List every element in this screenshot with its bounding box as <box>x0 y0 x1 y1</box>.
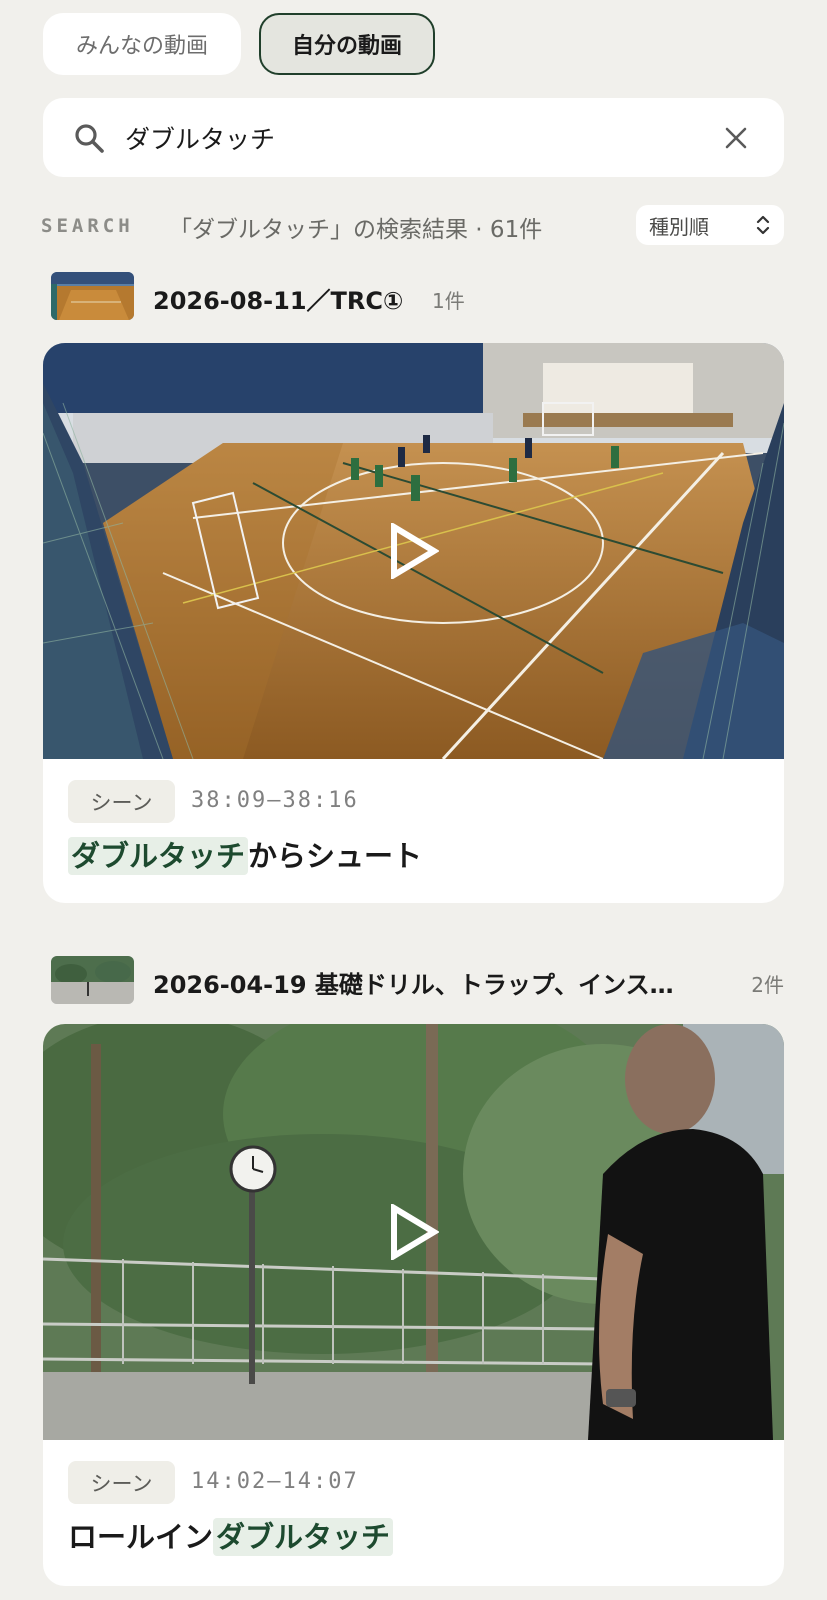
play-icon[interactable] <box>389 1204 439 1260</box>
sort-select[interactable]: 種別順 <box>636 205 784 245</box>
scene-time-range: 14:02–14:07 <box>191 1469 359 1494</box>
close-icon[interactable] <box>722 124 750 152</box>
group-header[interactable]: 2026-04-19 基礎ドリル、トラップ、インス… 2件 <box>51 956 784 1004</box>
up-down-chevron-icon <box>756 215 770 235</box>
scene-title-text: からシュート <box>248 839 423 873</box>
scene-badge: シーン <box>68 1461 175 1504</box>
search-bar <box>43 98 784 177</box>
group-thumbnail <box>51 272 134 320</box>
group-title: 2026-08-11／TRC① <box>153 287 404 315</box>
tab-my-videos[interactable]: 自分の動画 <box>259 13 435 75</box>
sort-label: 種別順 <box>649 214 709 239</box>
video-thumbnail[interactable] <box>43 1024 784 1440</box>
scene-title: ロールイン ダブルタッチ <box>68 1514 394 1556</box>
video-scope-tabs: みんなの動画 自分の動画 <box>43 13 435 75</box>
scene-card[interactable]: シーン 38:09–38:16 ダブルタッチ からシュート <box>43 343 784 903</box>
search-icon <box>75 124 104 153</box>
tab-everyone-videos[interactable]: みんなの動画 <box>43 13 241 75</box>
scene-badge: シーン <box>68 780 175 823</box>
search-input[interactable] <box>125 98 685 177</box>
scene-info: シーン 38:09–38:16 ダブルタッチ からシュート <box>43 759 784 903</box>
search-highlight: ダブルタッチ <box>68 837 249 875</box>
results-bar: SEARCH 「ダブルタッチ」の検索結果 · 61件 種別順 <box>41 205 784 247</box>
search-highlight: ダブルタッチ <box>213 1518 394 1556</box>
group-thumbnail <box>51 956 134 1004</box>
play-icon[interactable] <box>389 523 439 579</box>
group-title: 2026-04-19 基礎ドリル、トラップ、インス… <box>153 971 674 999</box>
scene-time-range: 38:09–38:16 <box>191 788 359 813</box>
group-count: 2件 <box>751 973 784 997</box>
video-thumbnail[interactable] <box>43 343 784 759</box>
scene-info: シーン 14:02–14:07 ロールイン ダブルタッチ <box>43 1440 784 1584</box>
search-section-label: SEARCH <box>41 215 134 237</box>
group-header[interactable]: 2026-08-11／TRC① 1件 <box>51 272 784 320</box>
scene-title-text: ロールイン <box>68 1520 214 1554</box>
scene-title: ダブルタッチ からシュート <box>68 833 422 875</box>
results-summary: 「ダブルタッチ」の検索結果 · 61件 <box>169 217 543 243</box>
group-count: 1件 <box>432 289 465 313</box>
scene-card[interactable]: シーン 14:02–14:07 ロールイン ダブルタッチ <box>43 1024 784 1586</box>
